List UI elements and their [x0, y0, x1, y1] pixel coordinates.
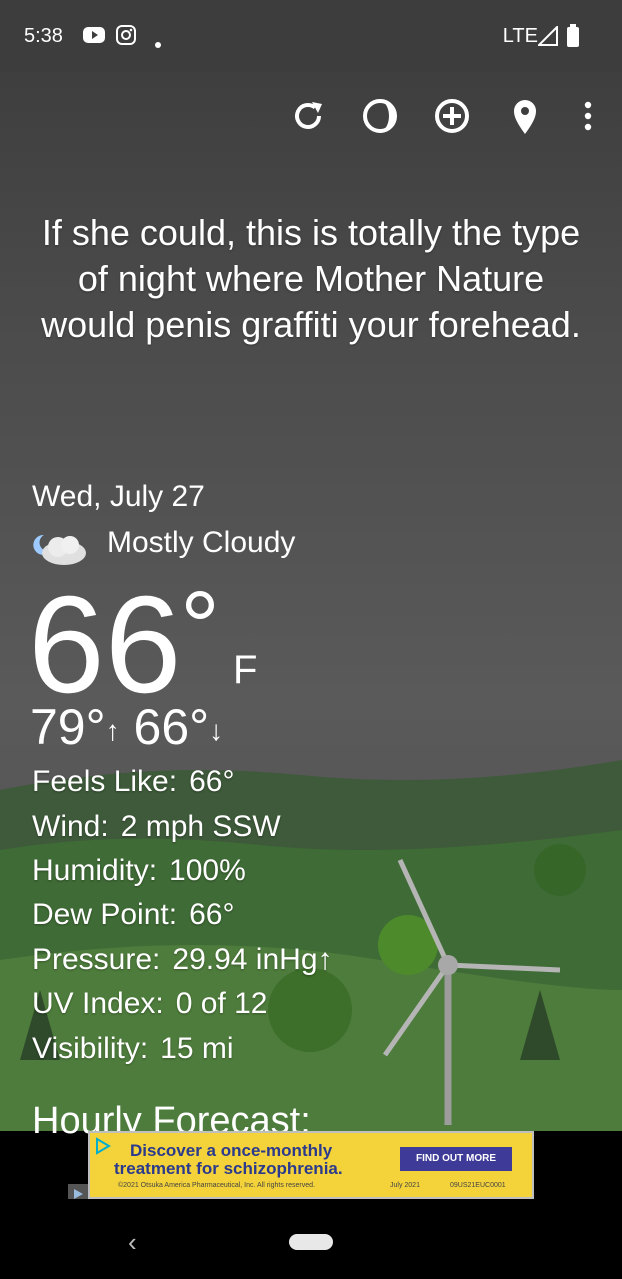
- refresh-icon[interactable]: [288, 96, 328, 136]
- detail-label: Wind:: [32, 810, 109, 843]
- detail-label: Humidity:: [32, 854, 158, 887]
- ad-headline-2: treatment for schizophrenia.: [114, 1159, 343, 1178]
- condition-label: Mostly Cloudy: [107, 526, 296, 559]
- ad-banner[interactable]: Discover a once-monthly treatment for sc…: [88, 1131, 534, 1199]
- more-vert-icon[interactable]: [568, 96, 608, 136]
- temperature-unit: F: [233, 648, 258, 692]
- detail-value: 66°: [189, 898, 235, 931]
- ad-code: 09US21EUC0001: [450, 1182, 506, 1189]
- weather-quote: If she could, this is totally the type o…: [41, 212, 581, 345]
- navigation-bar: ‹: [0, 1199, 622, 1279]
- detail-value: 2 mph SSW: [120, 810, 281, 843]
- detail-wind: Wind: 2 mph SSW: [32, 810, 281, 844]
- detail-uv-index: UV Index: 0 of 12: [32, 987, 267, 1021]
- detail-dew-point: Dew Point: 66°: [32, 898, 234, 932]
- ad-copyright: ©2021 Otsuka America Pharmaceutical, Inc…: [118, 1182, 315, 1189]
- detail-label: UV Index:: [32, 987, 164, 1020]
- detail-label: Dew Point:: [32, 898, 178, 931]
- high-low: 79°↑ 66°↓: [30, 698, 223, 756]
- ad-cta-button[interactable]: FIND OUT MORE: [400, 1147, 512, 1171]
- instagram-icon: [115, 24, 137, 52]
- status-bar: 5:38 LTE: [0, 0, 622, 72]
- detail-value: 100%: [169, 854, 246, 887]
- notification-dot-icon: [154, 32, 162, 55]
- ad-choices-icon[interactable]: [94, 1137, 112, 1160]
- detail-pressure: Pressure: 29.94 inHg↑: [32, 943, 333, 977]
- add-location-icon[interactable]: [432, 96, 472, 136]
- current-date: Wed, July 27: [32, 480, 205, 513]
- high-temp: 79°: [30, 699, 106, 755]
- detail-value: 66°: [189, 765, 235, 798]
- detail-feels-like: Feels Like: 66°: [32, 765, 234, 799]
- signal-icon: [536, 24, 558, 52]
- status-time: 5:38: [24, 25, 63, 47]
- detail-label: Pressure:: [32, 943, 161, 976]
- degree-symbol: °: [180, 571, 220, 683]
- ad-headline-1: Discover a once-monthly: [130, 1141, 333, 1160]
- detail-label: Visibility:: [32, 1032, 149, 1065]
- detail-label: Feels Like:: [32, 765, 178, 798]
- network-type: LTE: [502, 25, 538, 47]
- detail-value: 0 of 12: [175, 987, 268, 1020]
- location-pin-icon[interactable]: [505, 96, 545, 136]
- home-handle[interactable]: [289, 1234, 333, 1250]
- youtube-icon: [82, 24, 106, 52]
- detail-value: 15 mi: [160, 1032, 234, 1065]
- detail-humidity: Humidity: 100%: [32, 854, 246, 888]
- battery-icon: [566, 24, 580, 54]
- moon-phase-icon[interactable]: [360, 96, 400, 136]
- back-icon[interactable]: ‹: [128, 1227, 137, 1258]
- low-arrow-icon: ↓: [209, 714, 224, 746]
- high-arrow-icon: ↑: [105, 714, 120, 746]
- detail-value: 29.94 inHg↑: [172, 943, 333, 976]
- low-temp: 66°: [133, 699, 210, 755]
- detail-visibility: Visibility: 15 mi: [32, 1032, 234, 1066]
- ad-date: July 2021: [390, 1182, 420, 1189]
